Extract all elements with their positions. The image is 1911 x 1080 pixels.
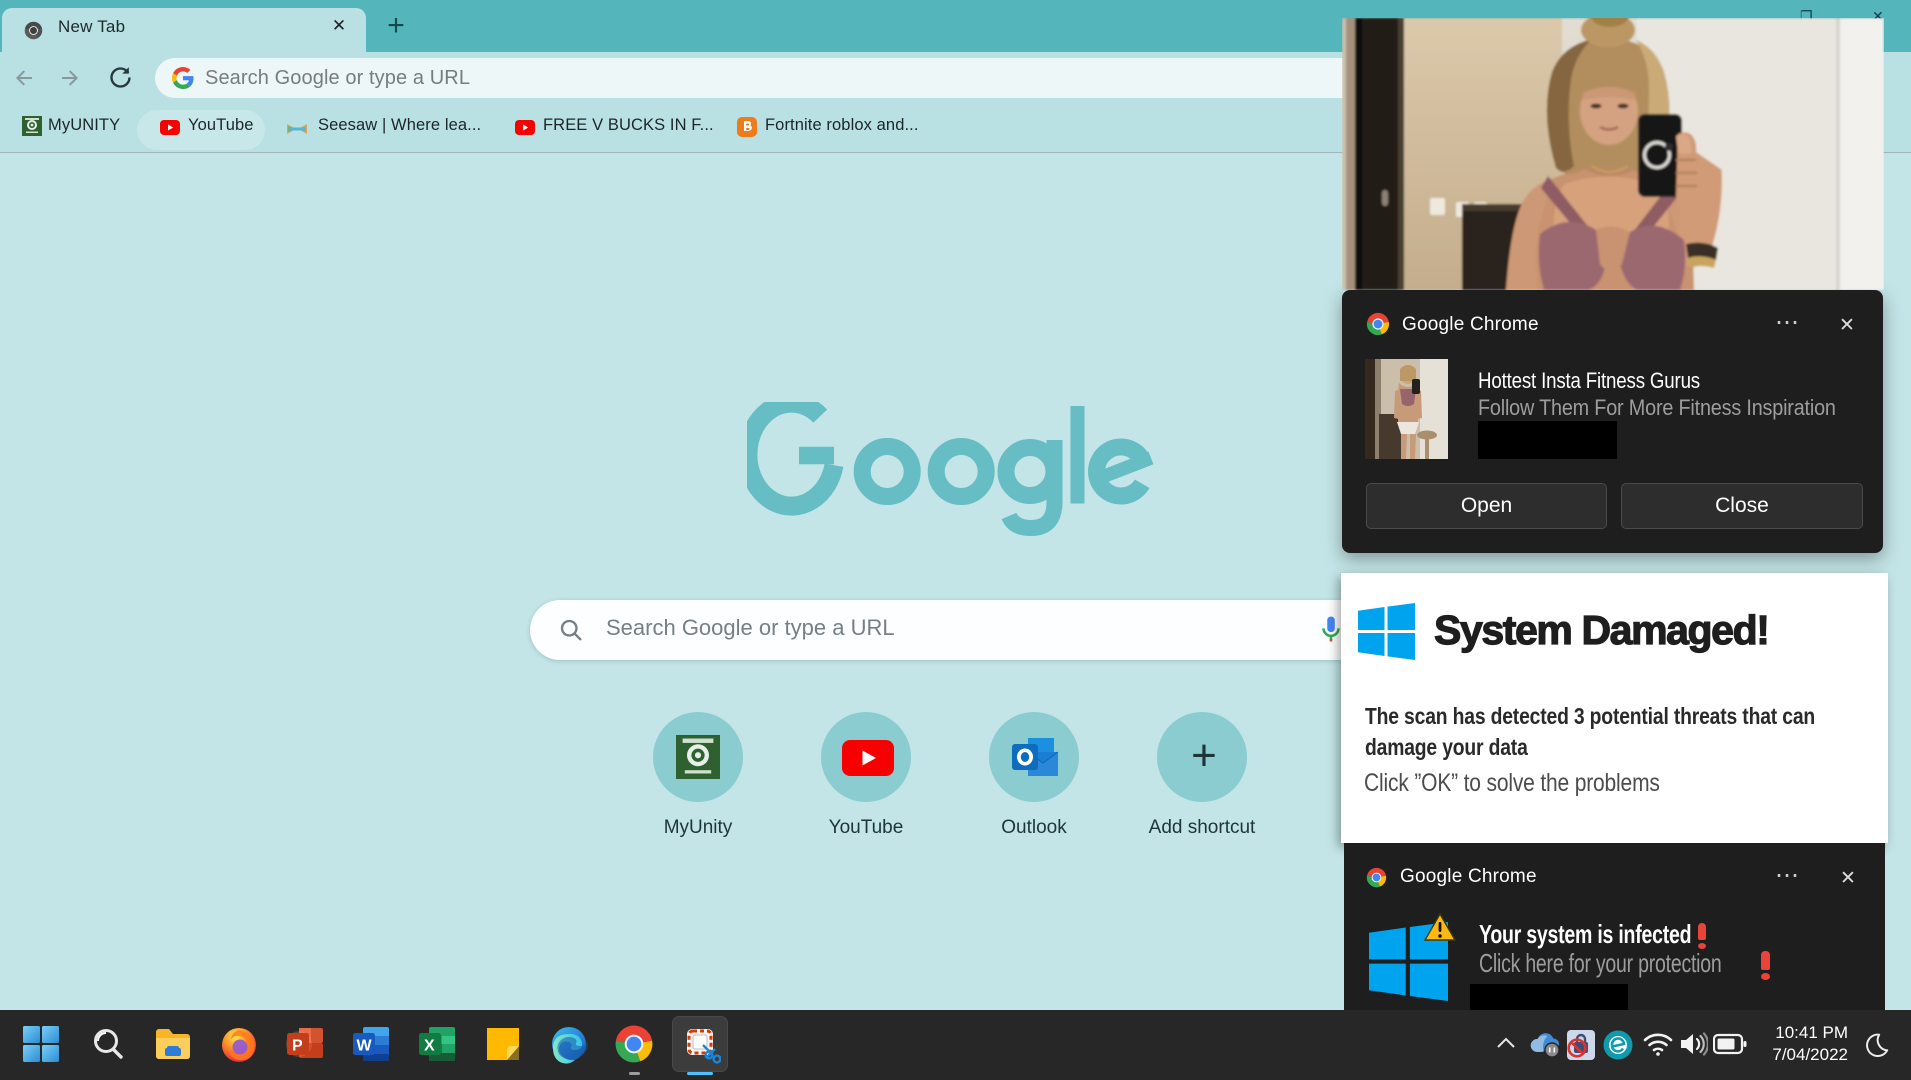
svg-text:W: W [357,1038,373,1055]
svg-text:P: P [292,1038,303,1055]
svg-text:X: X [424,1038,435,1055]
